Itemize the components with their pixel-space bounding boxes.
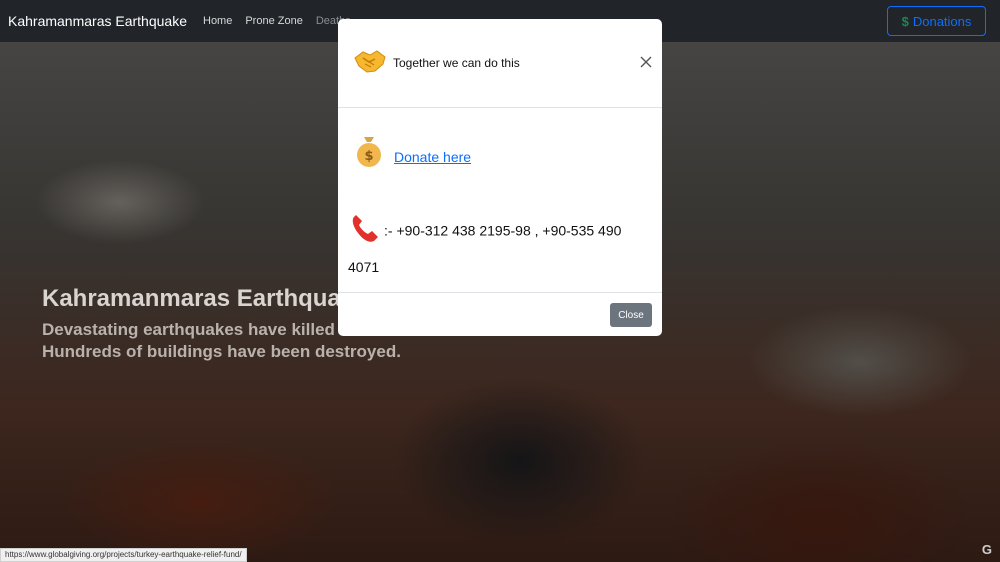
g-icon: G [981,542,992,557]
nav-home[interactable]: Home [203,15,232,27]
status-bar-url: https://www.globalgiving.org/projects/tu… [0,548,247,562]
navbar-brand[interactable]: Kahramanmaras Earthquake [8,13,187,29]
modal-body: $ Donate here :- +90-312 438 2195-98 , +… [338,108,662,292]
dollar-icon: $ [901,13,909,29]
close-button[interactable]: Close [610,303,652,327]
donate-here-link[interactable]: Donate here [394,149,471,165]
svg-text:$: $ [364,149,373,164]
modal-header: Together we can do this [338,19,662,108]
modal-footer: Close [338,292,662,336]
donate-row: $ Donate here [354,133,471,172]
hero-subtitle-line1: Devastating earthquakes have killed [42,320,335,339]
donation-modal: Together we can do this $ Donate here:-… [338,19,662,336]
phone-icon [348,211,384,252]
phone-numbers: :- +90-312 438 2195-98 , +90-535 490 407… [348,222,622,275]
donations-button[interactable]: $ Donations [887,6,986,36]
modal-title: Together we can do this [393,56,520,70]
phone-row: :- +90-312 438 2195-98 , +90-535 490 407… [348,211,648,282]
close-icon[interactable] [639,55,653,69]
handshake-icon [353,46,387,81]
nav-prone-zone[interactable]: Prone Zone [245,15,302,27]
donations-label: Donations [912,13,972,29]
hero-subtitle-line2: Hundreds of buildings have been destroye… [42,342,401,361]
money-bag-icon: $ [354,133,384,172]
